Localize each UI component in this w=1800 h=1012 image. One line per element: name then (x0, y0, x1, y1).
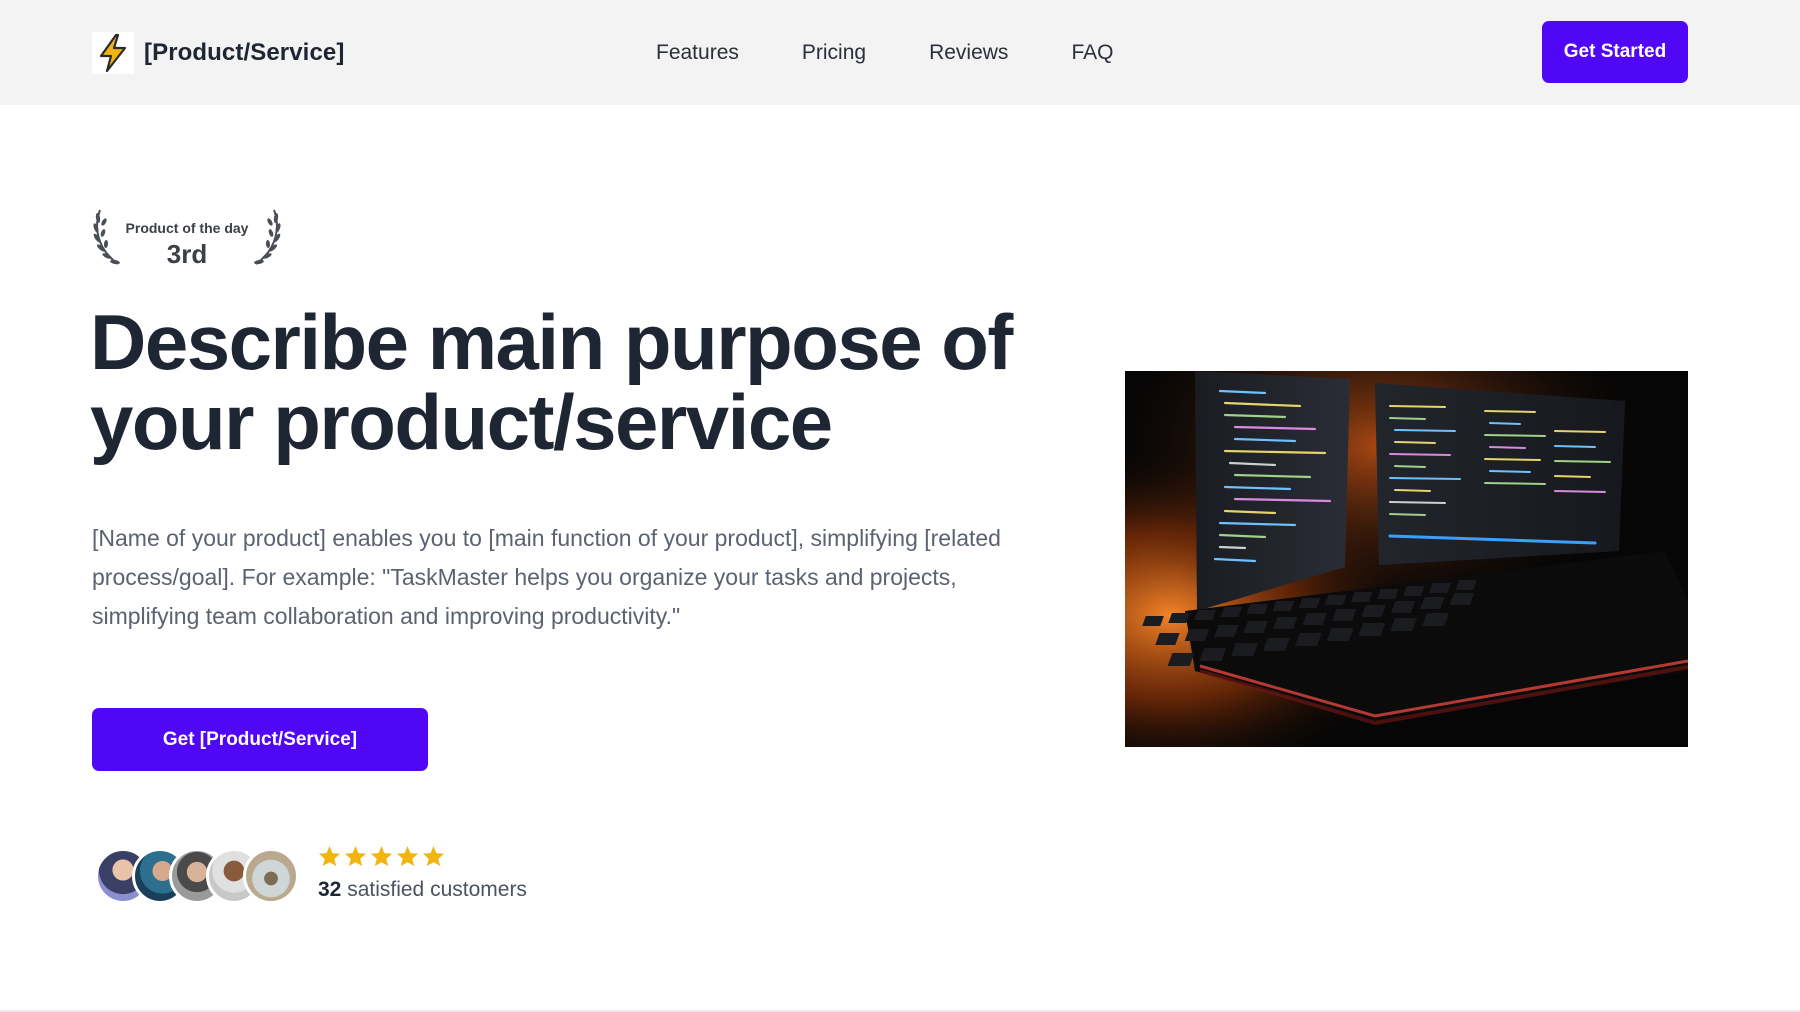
star-icon (318, 845, 341, 867)
nav-link-faq[interactable]: FAQ (1071, 38, 1113, 68)
nav-link-pricing[interactable]: Pricing (802, 38, 866, 68)
satisfied-customers-text: 32 satisfied customers (318, 878, 527, 902)
top-navigation-bar: [Product/Service] Features Pricing Revie… (0, 0, 1800, 105)
star-icon (370, 845, 393, 867)
lightning-bolt-icon (92, 32, 134, 74)
brand-name: [Product/Service] (144, 39, 345, 66)
hero-title: Describe main purpose of your product/se… (90, 298, 1013, 466)
customer-avatars (95, 848, 305, 904)
star-icon (422, 845, 445, 867)
hero-image (1125, 371, 1688, 747)
product-of-the-day-badge: Product of the day 3rd (92, 206, 282, 270)
laurel-right-icon (254, 209, 281, 265)
main-nav: Features Pricing Reviews FAQ (656, 38, 1113, 68)
hero-description: [Name of your product] enables you to [m… (92, 525, 1001, 629)
nav-link-features[interactable]: Features (656, 38, 739, 68)
customer-label: satisfied customers (347, 878, 527, 901)
avatar (243, 848, 299, 904)
rating-stars (318, 845, 445, 867)
nav-link-reviews[interactable]: Reviews (929, 38, 1008, 68)
star-icon (344, 845, 367, 867)
get-product-button[interactable]: Get [Product/Service] (92, 708, 428, 771)
star-icon (396, 845, 419, 867)
brand[interactable]: [Product/Service] (92, 32, 344, 74)
get-started-button[interactable]: Get Started (1542, 21, 1688, 83)
customer-count: 32 (318, 878, 342, 901)
